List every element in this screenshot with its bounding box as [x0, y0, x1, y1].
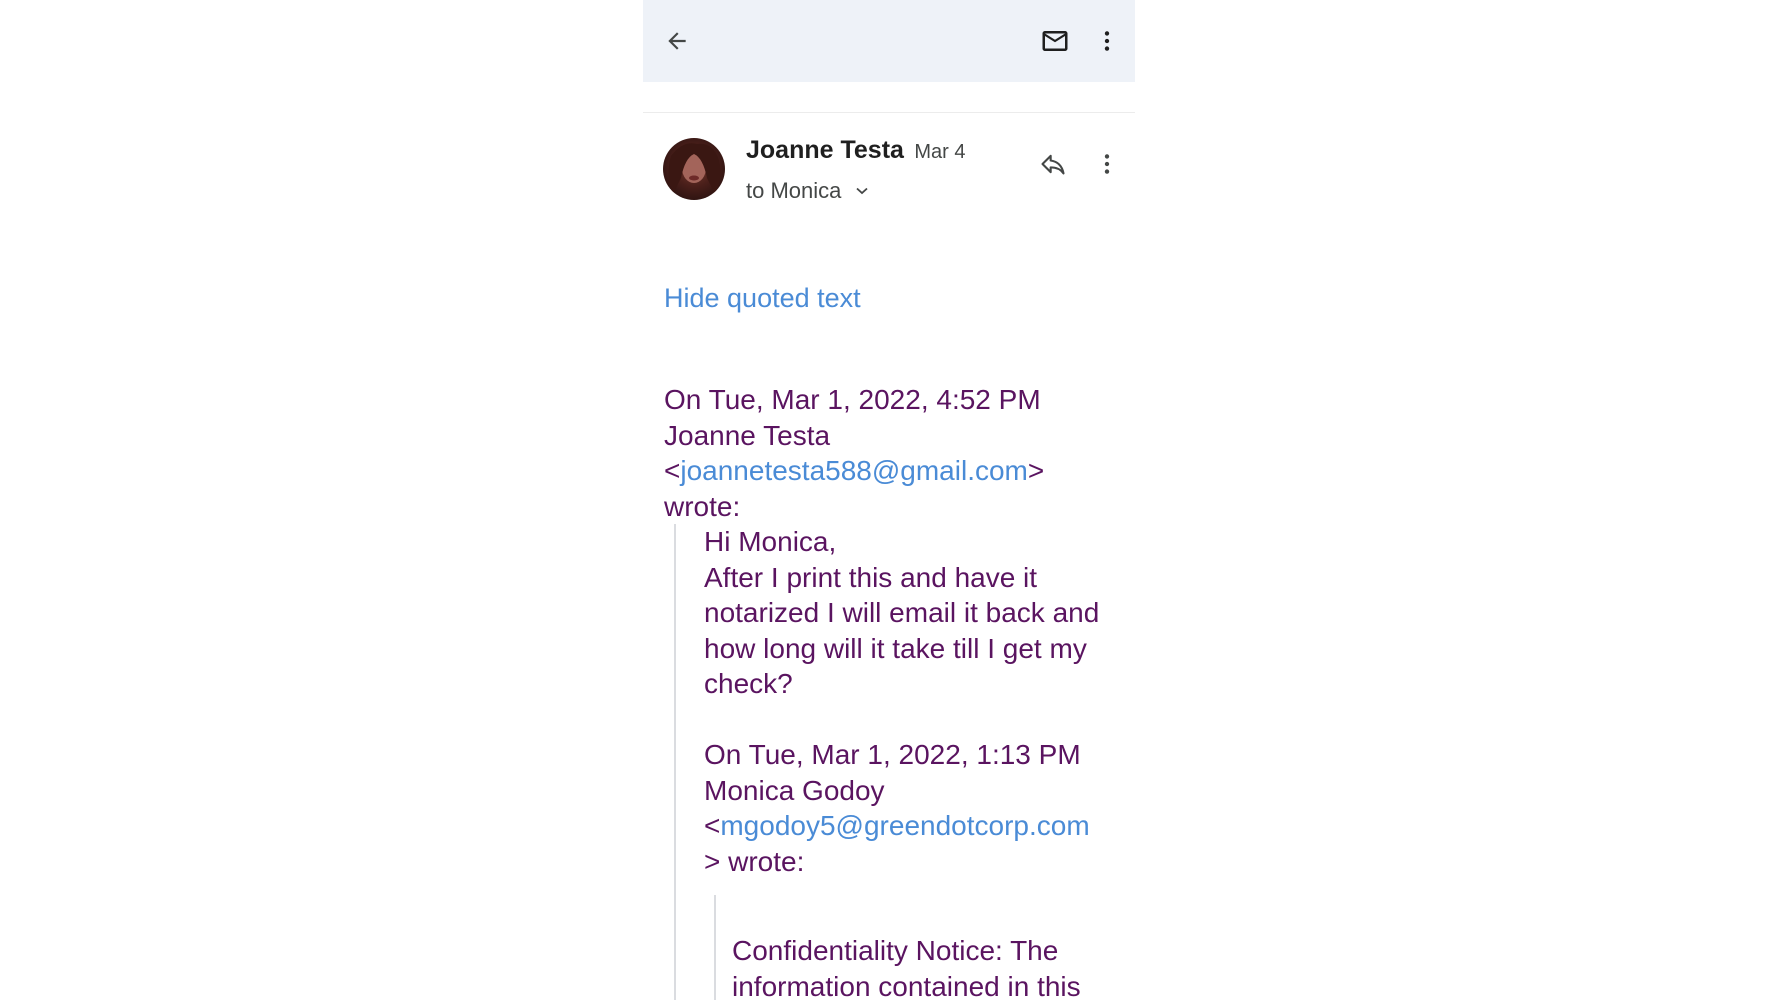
nested-attribution-wrote: > wrote: [704, 845, 805, 877]
greeting-text: Hi Monica, [704, 526, 837, 557]
recipient-details-toggle[interactable]: to Monica [746, 178, 868, 204]
quote-attribution-email-line: <joannetesta588@gmail.com> [664, 453, 1130, 489]
sender-name[interactable]: Joanne Testa [746, 136, 904, 164]
nested-email-link[interactable]: mgodoy5@greendotcorp.com [720, 810, 1089, 841]
confidentiality-notice: Confidentiality Notice: The information … [732, 935, 1081, 1000]
sender-email-link[interactable]: joannetesta588@gmail.com [680, 455, 1028, 486]
quote-attribution-name: Joanne Testa [664, 419, 831, 451]
open-bracket: < [664, 455, 681, 486]
reply-icon [1041, 154, 1065, 175]
sender-line: Joanne Testa Mar 4 [746, 136, 966, 165]
message-date: Mar 4 [914, 141, 966, 163]
avatar-image [663, 138, 725, 200]
nested-attribution-name: Monica Godoy [704, 774, 885, 806]
nested-attribution-email-line: <mgodoy5@greendotcorp.com [704, 808, 1130, 844]
more-vertical-icon [1104, 154, 1110, 174]
quoted-message-body: On Tue, Mar 1, 2022, 4:52 PM Joanne Test… [664, 382, 1130, 1000]
nested-attribution-date: On Tue, Mar 1, 2022, 1:13 PM [704, 739, 1081, 770]
back-button[interactable] [657, 21, 697, 61]
recipient-label: to Monica [746, 178, 842, 203]
arrow-back-icon [668, 32, 686, 50]
message-more-button[interactable] [1087, 144, 1127, 184]
top-toolbar [643, 0, 1135, 82]
chevron-down-icon [855, 187, 868, 195]
blockquote-level-2: Confidentiality Notice: The information … [714, 895, 1130, 1000]
quote-attribution-date: On Tue, Mar 1, 2022, 4:52 PM [664, 384, 1041, 415]
mark-unread-button[interactable] [1035, 21, 1075, 61]
more-vertical-icon [1104, 31, 1110, 51]
more-options-button[interactable] [1087, 21, 1127, 61]
header-divider [643, 112, 1135, 113]
hide-quoted-text-link[interactable]: Hide quoted text [664, 283, 861, 314]
reply-button[interactable] [1033, 144, 1073, 184]
message-text: After I print this and have it notarized… [704, 561, 1100, 700]
email-view: Joanne Testa Mar 4 to Monica Hide quoted… [643, 0, 1135, 1000]
open-bracket: < [704, 810, 721, 841]
mail-icon [1042, 31, 1068, 51]
sender-avatar[interactable] [663, 138, 725, 200]
blockquote-level-1: Hi Monica, After I print this and have i… [674, 524, 1130, 1000]
quote-attribution-wrote: wrote: [664, 490, 741, 522]
close-bracket: > [1027, 455, 1045, 486]
